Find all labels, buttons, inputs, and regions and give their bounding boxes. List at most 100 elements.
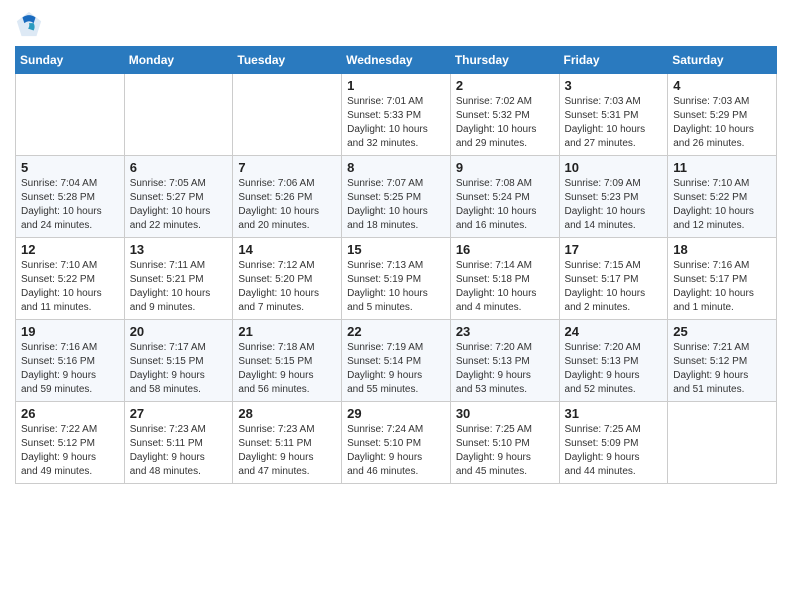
day-number: 5 xyxy=(21,160,119,175)
calendar-cell: 2 Sunrise: 7:02 AM Sunset: 5:32 PM Daylig… xyxy=(450,74,559,156)
day-info: Sunrise: 7:03 AM Sunset: 5:29 PM Dayligh… xyxy=(673,95,771,151)
calendar-cell: 26 Sunrise: 7:22 AM Sunset: 5:12 PM Dayli… xyxy=(16,402,125,484)
calendar-cell xyxy=(124,74,233,156)
day-info: Sunrise: 7:04 AM Sunset: 5:28 PM Dayligh… xyxy=(21,177,119,233)
day-info: Sunrise: 7:03 AM Sunset: 5:31 PM Dayligh… xyxy=(565,95,663,151)
calendar-cell: 5 Sunrise: 7:04 AM Sunset: 5:28 PM Daylig… xyxy=(16,156,125,238)
logo xyxy=(15,10,47,38)
calendar-week-row: 19 Sunrise: 7:16 AM Sunset: 5:16 PM Dayli… xyxy=(16,320,777,402)
day-number: 24 xyxy=(565,324,663,339)
day-number: 31 xyxy=(565,406,663,421)
calendar-cell: 24 Sunrise: 7:20 AM Sunset: 5:13 PM Dayli… xyxy=(559,320,668,402)
day-number: 1 xyxy=(347,78,445,93)
calendar-cell: 14 Sunrise: 7:12 AM Sunset: 5:20 PM Dayli… xyxy=(233,238,342,320)
day-info: Sunrise: 7:10 AM Sunset: 5:22 PM Dayligh… xyxy=(673,177,771,233)
day-info: Sunrise: 7:11 AM Sunset: 5:21 PM Dayligh… xyxy=(130,259,228,315)
calendar-cell: 13 Sunrise: 7:11 AM Sunset: 5:21 PM Dayli… xyxy=(124,238,233,320)
day-info: Sunrise: 7:10 AM Sunset: 5:22 PM Dayligh… xyxy=(21,259,119,315)
day-info: Sunrise: 7:20 AM Sunset: 5:13 PM Dayligh… xyxy=(456,341,554,397)
day-info: Sunrise: 7:24 AM Sunset: 5:10 PM Dayligh… xyxy=(347,423,445,479)
calendar-cell: 25Sunrise: 7:21 AM Sunset: 5:12 PM Dayli… xyxy=(668,320,777,402)
day-info: Sunrise: 7:25 AM Sunset: 5:09 PM Dayligh… xyxy=(565,423,663,479)
calendar-cell: 6 Sunrise: 7:05 AM Sunset: 5:27 PM Daylig… xyxy=(124,156,233,238)
logo-icon xyxy=(15,10,43,38)
weekday-header-tuesday: Tuesday xyxy=(233,47,342,74)
calendar-week-row: 1 Sunrise: 7:01 AM Sunset: 5:33 PM Daylig… xyxy=(16,74,777,156)
calendar-week-row: 26 Sunrise: 7:22 AM Sunset: 5:12 PM Dayli… xyxy=(16,402,777,484)
calendar-cell: 10 Sunrise: 7:09 AM Sunset: 5:23 PM Dayli… xyxy=(559,156,668,238)
day-info: Sunrise: 7:05 AM Sunset: 5:27 PM Dayligh… xyxy=(130,177,228,233)
calendar-cell: 28 Sunrise: 7:23 AM Sunset: 5:11 PM Dayli… xyxy=(233,402,342,484)
day-number: 10 xyxy=(565,160,663,175)
weekday-header-saturday: Saturday xyxy=(668,47,777,74)
calendar-cell: 9 Sunrise: 7:08 AM Sunset: 5:24 PM Daylig… xyxy=(450,156,559,238)
calendar-cell: 29 Sunrise: 7:24 AM Sunset: 5:10 PM Dayli… xyxy=(342,402,451,484)
day-number: 27 xyxy=(130,406,228,421)
day-info: Sunrise: 7:12 AM Sunset: 5:20 PM Dayligh… xyxy=(238,259,336,315)
day-info: Sunrise: 7:22 AM Sunset: 5:12 PM Dayligh… xyxy=(21,423,119,479)
day-number: 2 xyxy=(456,78,554,93)
calendar-cell xyxy=(668,402,777,484)
day-number: 29 xyxy=(347,406,445,421)
day-number: 26 xyxy=(21,406,119,421)
calendar-cell: 31 Sunrise: 7:25 AM Sunset: 5:09 PM Dayli… xyxy=(559,402,668,484)
day-number: 3 xyxy=(565,78,663,93)
day-number: 15 xyxy=(347,242,445,257)
calendar-cell: 21Sunrise: 7:18 AM Sunset: 5:15 PM Dayli… xyxy=(233,320,342,402)
calendar-cell: 15Sunrise: 7:13 AM Sunset: 5:19 PM Dayli… xyxy=(342,238,451,320)
day-info: Sunrise: 7:16 AM Sunset: 5:17 PM Dayligh… xyxy=(673,259,771,315)
day-info: Sunrise: 7:08 AM Sunset: 5:24 PM Dayligh… xyxy=(456,177,554,233)
day-number: 16 xyxy=(456,242,554,257)
calendar-cell: 11 Sunrise: 7:10 AM Sunset: 5:22 PM Dayli… xyxy=(668,156,777,238)
calendar-cell: 27 Sunrise: 7:23 AM Sunset: 5:11 PM Dayli… xyxy=(124,402,233,484)
day-info: Sunrise: 7:17 AM Sunset: 5:15 PM Dayligh… xyxy=(130,341,228,397)
calendar-cell: 4Sunrise: 7:03 AM Sunset: 5:29 PM Daylig… xyxy=(668,74,777,156)
day-info: Sunrise: 7:07 AM Sunset: 5:25 PM Dayligh… xyxy=(347,177,445,233)
day-info: Sunrise: 7:23 AM Sunset: 5:11 PM Dayligh… xyxy=(238,423,336,479)
day-info: Sunrise: 7:02 AM Sunset: 5:32 PM Dayligh… xyxy=(456,95,554,151)
header xyxy=(15,10,777,38)
day-number: 20 xyxy=(130,324,228,339)
calendar-week-row: 12 Sunrise: 7:10 AM Sunset: 5:22 PM Dayli… xyxy=(16,238,777,320)
day-info: Sunrise: 7:09 AM Sunset: 5:23 PM Dayligh… xyxy=(565,177,663,233)
calendar-cell: 18 Sunrise: 7:16 AM Sunset: 5:17 PM Dayli… xyxy=(668,238,777,320)
weekday-header-friday: Friday xyxy=(559,47,668,74)
day-info: Sunrise: 7:25 AM Sunset: 5:10 PM Dayligh… xyxy=(456,423,554,479)
calendar-cell: 17 Sunrise: 7:15 AM Sunset: 5:17 PM Dayli… xyxy=(559,238,668,320)
calendar-cell: 8 Sunrise: 7:07 AM Sunset: 5:25 PM Daylig… xyxy=(342,156,451,238)
day-info: Sunrise: 7:16 AM Sunset: 5:16 PM Dayligh… xyxy=(21,341,119,397)
calendar-cell xyxy=(16,74,125,156)
calendar-cell: 30 Sunrise: 7:25 AM Sunset: 5:10 PM Dayli… xyxy=(450,402,559,484)
day-number: 23 xyxy=(456,324,554,339)
calendar-cell: 1 Sunrise: 7:01 AM Sunset: 5:33 PM Daylig… xyxy=(342,74,451,156)
calendar-cell xyxy=(233,74,342,156)
day-number: 12 xyxy=(21,242,119,257)
day-number: 8 xyxy=(347,160,445,175)
day-number: 14 xyxy=(238,242,336,257)
day-info: Sunrise: 7:19 AM Sunset: 5:14 PM Dayligh… xyxy=(347,341,445,397)
calendar-table: SundayMondayTuesdayWednesdayThursdayFrid… xyxy=(15,46,777,484)
day-number: 19 xyxy=(21,324,119,339)
day-number: 17 xyxy=(565,242,663,257)
calendar-week-row: 5 Sunrise: 7:04 AM Sunset: 5:28 PM Daylig… xyxy=(16,156,777,238)
day-number: 28 xyxy=(238,406,336,421)
calendar-cell: 12 Sunrise: 7:10 AM Sunset: 5:22 PM Dayli… xyxy=(16,238,125,320)
day-info: Sunrise: 7:01 AM Sunset: 5:33 PM Dayligh… xyxy=(347,95,445,151)
day-info: Sunrise: 7:23 AM Sunset: 5:11 PM Dayligh… xyxy=(130,423,228,479)
day-info: Sunrise: 7:15 AM Sunset: 5:17 PM Dayligh… xyxy=(565,259,663,315)
calendar-cell: 23 Sunrise: 7:20 AM Sunset: 5:13 PM Dayli… xyxy=(450,320,559,402)
day-number: 7 xyxy=(238,160,336,175)
day-number: 11 xyxy=(673,160,771,175)
day-info: Sunrise: 7:20 AM Sunset: 5:13 PM Dayligh… xyxy=(565,341,663,397)
day-number: 13 xyxy=(130,242,228,257)
day-number: 6 xyxy=(130,160,228,175)
day-number: 18 xyxy=(673,242,771,257)
day-info: Sunrise: 7:06 AM Sunset: 5:26 PM Dayligh… xyxy=(238,177,336,233)
day-number: 25 xyxy=(673,324,771,339)
day-number: 30 xyxy=(456,406,554,421)
day-number: 9 xyxy=(456,160,554,175)
weekday-header-wednesday: Wednesday xyxy=(342,47,451,74)
calendar-cell: 22Sunrise: 7:19 AM Sunset: 5:14 PM Dayli… xyxy=(342,320,451,402)
weekday-header-row: SundayMondayTuesdayWednesdayThursdayFrid… xyxy=(16,47,777,74)
calendar-cell: 3 Sunrise: 7:03 AM Sunset: 5:31 PM Daylig… xyxy=(559,74,668,156)
